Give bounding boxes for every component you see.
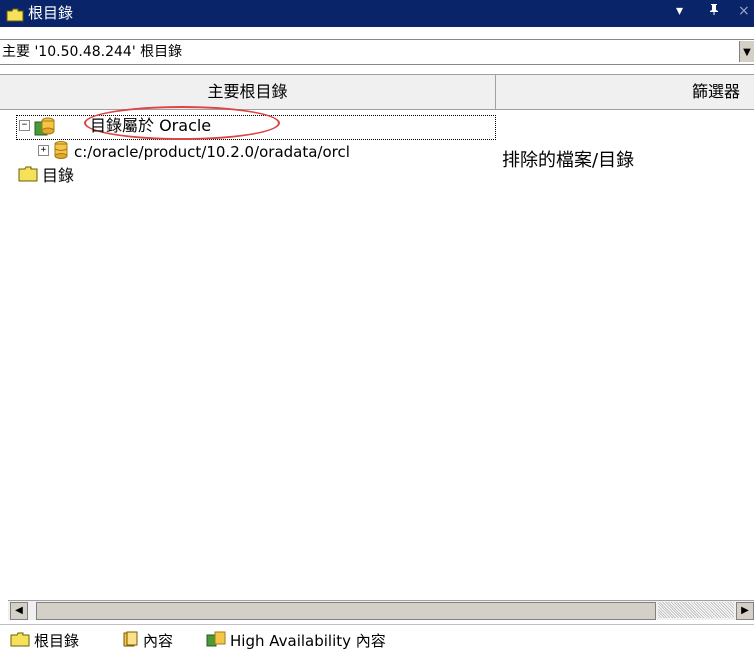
- title-bar: 根目錄 ▾ ×: [0, 0, 754, 27]
- dropdown-icon[interactable]: ▾: [676, 3, 683, 19]
- horizontal-scrollbar[interactable]: ◀ ▶: [8, 600, 754, 620]
- folder-icon: [10, 630, 30, 654]
- column-header-filter-label: 篩選器: [691, 82, 740, 101]
- tree-node-oradata-path[interactable]: c:/oracle/product/10.2.0/oradata/orcl: [74, 142, 350, 162]
- close-icon[interactable]: ×: [738, 3, 750, 19]
- folder-icon: [6, 7, 24, 26]
- tab-high-availability-label: High Availability 內容: [230, 632, 386, 650]
- folder-icon: [18, 166, 38, 187]
- column-header-filter[interactable]: 篩選器: [496, 75, 754, 109]
- location-text: 主要 '10.50.48.244' 根目錄: [2, 44, 183, 60]
- filter-cell: 排除的檔案/目錄: [502, 150, 635, 171]
- scroll-right-button[interactable]: ▶: [736, 602, 754, 620]
- document-icon: [123, 630, 139, 654]
- tree-node-oracle[interactable]: 目錄屬於 Oracle: [90, 116, 211, 136]
- window-title: 根目錄: [28, 4, 74, 22]
- scroll-track[interactable]: [658, 602, 734, 618]
- location-combobox[interactable]: 主要 '10.50.48.244' 根目錄 ▼: [0, 39, 754, 65]
- pin-icon[interactable]: [708, 3, 720, 19]
- database-icon: [54, 141, 68, 164]
- expand-toggle[interactable]: +: [38, 145, 49, 156]
- tree-view[interactable]: [0, 110, 754, 598]
- tab-root-directory[interactable]: 根目錄: [10, 629, 79, 653]
- tab-content[interactable]: 內容: [123, 629, 173, 653]
- tab-root-directory-label: 根目錄: [34, 632, 80, 650]
- tab-high-availability[interactable]: High Availability 內容: [206, 629, 386, 653]
- column-headers: 主要根目錄 篩選器: [0, 74, 754, 110]
- scroll-thumb[interactable]: [36, 602, 656, 620]
- server-icon: [206, 630, 226, 654]
- location-dropdown-button[interactable]: ▼: [739, 41, 754, 62]
- bottom-tab-bar: 根目錄 內容 High Availability 內容: [0, 624, 754, 658]
- tree-node-folder[interactable]: 目錄: [42, 166, 74, 186]
- collapse-toggle[interactable]: −: [19, 120, 30, 131]
- tab-content-label: 內容: [143, 632, 174, 650]
- scroll-left-button[interactable]: ◀: [10, 602, 28, 620]
- oracle-db-icon: [34, 116, 56, 141]
- column-header-primary-root[interactable]: 主要根目錄: [0, 75, 496, 109]
